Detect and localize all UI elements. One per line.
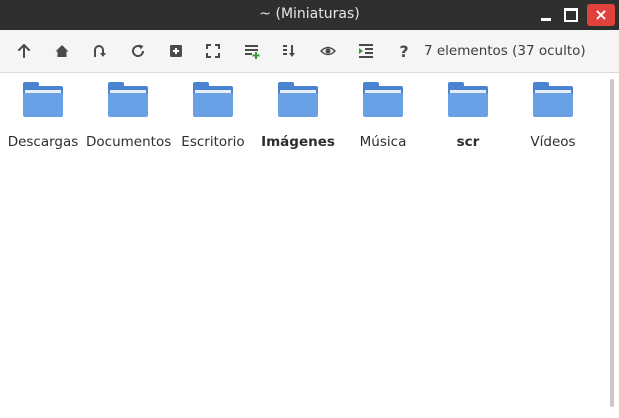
- toolbar: ? 7 elementos (37 oculto): [0, 30, 619, 73]
- plus-square-icon: [170, 45, 182, 57]
- home-button[interactable]: [49, 38, 75, 64]
- window-title: ~ (Miniaturas): [259, 6, 360, 22]
- folder-item[interactable]: Vídeos: [511, 81, 595, 150]
- folder-label: Documentos: [86, 134, 172, 150]
- folder-icon: [23, 81, 63, 117]
- indent-icon: [359, 44, 373, 58]
- maximize-button[interactable]: [559, 4, 583, 26]
- fullscreen-button[interactable]: [200, 38, 226, 64]
- show-hidden-button[interactable]: [315, 38, 341, 64]
- folder-icon: [193, 81, 233, 117]
- home-icon: [55, 45, 69, 57]
- folder-item[interactable]: Documentos: [86, 81, 172, 150]
- minimize-icon: [541, 17, 551, 21]
- new-folder-button[interactable]: [163, 38, 189, 64]
- file-manager-window: ~ (Miniaturas) × ? 7 elementos (37 ocult…: [0, 0, 619, 418]
- folder-icon: [533, 81, 573, 117]
- minimize-button[interactable]: [534, 4, 558, 26]
- folder-label: Vídeos: [530, 134, 576, 150]
- list-add-icon: [245, 45, 260, 59]
- close-button[interactable]: ×: [587, 4, 615, 26]
- add-bookmark-button[interactable]: [239, 38, 265, 64]
- reload-icon: [132, 44, 145, 57]
- help-button[interactable]: ?: [391, 38, 417, 64]
- sort-down-icon: [283, 45, 295, 57]
- close-icon: ×: [594, 5, 608, 24]
- folder-icon: [108, 81, 148, 117]
- scrollbar-thumb[interactable]: [610, 79, 614, 407]
- file-view[interactable]: Descargas Documentos Escritorio Imágenes…: [0, 73, 606, 418]
- title-bar[interactable]: ~ (Miniaturas) ×: [0, 0, 619, 30]
- folder-item[interactable]: Música: [341, 81, 425, 150]
- undo-arrow-icon: [94, 45, 106, 57]
- folder-item[interactable]: Escritorio: [171, 81, 255, 150]
- status-text: 7 elementos (37 oculto): [424, 43, 586, 59]
- folder-icon: [278, 81, 318, 117]
- question-icon: ?: [399, 41, 409, 61]
- sort-button[interactable]: [277, 38, 303, 64]
- fullscreen-icon: [206, 44, 220, 58]
- folder-item[interactable]: scr: [426, 81, 510, 150]
- folder-icon: [448, 81, 488, 117]
- eye-icon: [320, 46, 336, 56]
- folder-label: Descargas: [7, 134, 79, 150]
- vertical-scrollbar[interactable]: [606, 73, 619, 418]
- folder-label: Imágenes: [261, 134, 335, 150]
- maximize-icon: [564, 8, 578, 22]
- go-back-button[interactable]: [86, 38, 112, 64]
- folder-label: scr: [456, 134, 480, 150]
- side-pane-button[interactable]: [353, 38, 379, 64]
- folder-item[interactable]: Imágenes: [256, 81, 340, 150]
- up-button[interactable]: [11, 38, 37, 64]
- folder-item[interactable]: Descargas: [1, 81, 85, 150]
- folder-label: Música: [359, 134, 407, 150]
- reload-button[interactable]: [125, 38, 151, 64]
- folder-icon: [363, 81, 403, 117]
- arrow-up-icon: [18, 44, 30, 58]
- folder-label: Escritorio: [181, 134, 245, 150]
